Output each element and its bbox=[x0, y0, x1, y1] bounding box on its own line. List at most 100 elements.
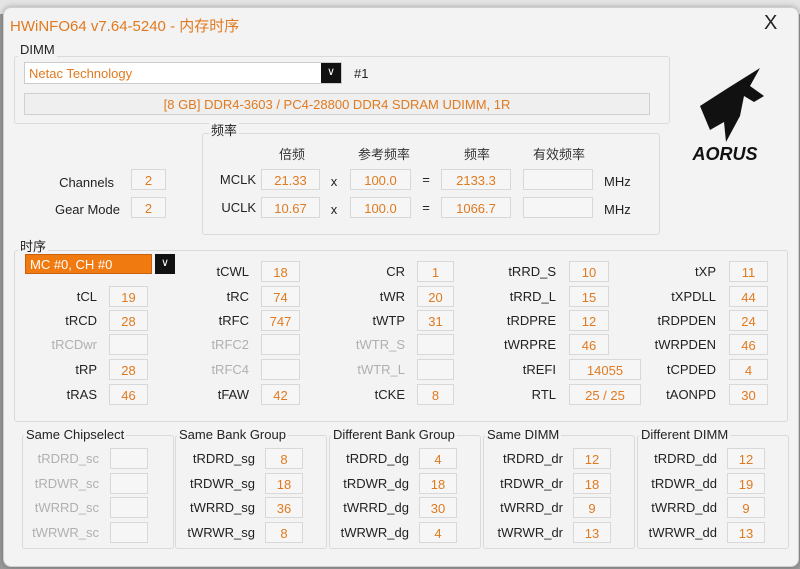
turnaround-group-title: Different Bank Group bbox=[331, 427, 457, 442]
timing-value-tcwl: 18 bbox=[261, 261, 300, 282]
timing-value-trfc2 bbox=[261, 334, 300, 355]
timing-value-twrrd_sg: 36 bbox=[265, 497, 303, 518]
turnaround-group-title: Different DIMM bbox=[639, 427, 731, 442]
aorus-logo: AORUS bbox=[680, 66, 770, 166]
timing-value-trdrd_dg: 4 bbox=[419, 448, 457, 469]
timing-label-trc: tRC bbox=[226, 289, 249, 304]
timing-value-trfc: 747 bbox=[261, 310, 300, 331]
timing-label-trcdwr: tRCDwr bbox=[51, 337, 98, 352]
timings-group-label: 时序 bbox=[18, 236, 49, 255]
timing-value-trdwr_dd: 19 bbox=[727, 472, 765, 494]
timing-label-trdrd_dr: tRDRD_dr bbox=[503, 451, 563, 466]
dimm-info-bar: [8 GB] DDR4-3603 / PC4-28800 DDR4 SDRAM … bbox=[24, 93, 650, 115]
controller-select[interactable]: MC #0, CH #0 bbox=[25, 254, 152, 274]
timing-label-trdpre: tRDPRE bbox=[506, 313, 556, 328]
multiplier-value: 21.33 bbox=[261, 169, 320, 190]
timing-label-taonpd: tAONPD bbox=[666, 387, 716, 402]
timing-label-twtr_s: tWTR_S bbox=[355, 337, 405, 352]
timing-value-trdwr_dg: 18 bbox=[419, 472, 457, 494]
timing-label-twrrd_dg: tWRRD_dg bbox=[343, 500, 409, 515]
timing-label-trrd_s: tRRD_S bbox=[508, 264, 556, 279]
timing-label-trdwr_dg: tRDWR_dg bbox=[343, 475, 409, 491]
close-button[interactable]: X bbox=[764, 12, 777, 35]
timing-label-trdwr_sc: tRDWR_sc bbox=[34, 475, 99, 491]
timing-value-trdrd_sg: 8 bbox=[265, 448, 303, 469]
memory-timings-window: HWiNFO64 v7.64-5240 - 内存时序 X DIMM Netac … bbox=[3, 7, 799, 567]
timing-value-trrd_l: 15 bbox=[569, 286, 609, 307]
dimm-slot-number: #1 bbox=[354, 66, 369, 81]
timing-label-twrpre: tWRPRE bbox=[504, 337, 556, 352]
timing-value-twtr_l bbox=[417, 359, 454, 380]
timing-label-trdpden: tRDPDEN bbox=[657, 313, 716, 328]
chevron-down-icon[interactable]: ∨ bbox=[321, 63, 341, 83]
timing-label-trdwr_dr: tRDWR_dr bbox=[500, 475, 563, 491]
frequency-group-label: 频率 bbox=[209, 120, 240, 139]
effective-frequency-value bbox=[523, 169, 593, 190]
timing-value-txpdll: 44 bbox=[729, 286, 768, 307]
timing-label-twrwr_dg: tWRWR_dg bbox=[340, 524, 409, 540]
timing-label-trdwr_sg: tRDWR_sg bbox=[189, 475, 255, 491]
timing-value-twrrd_dg: 30 bbox=[419, 497, 457, 518]
equals-sign: = bbox=[422, 200, 430, 215]
timing-label-trefi: tREFI bbox=[522, 362, 556, 377]
timing-label-trfc4: tRFC4 bbox=[211, 362, 249, 377]
unit-label: MHz bbox=[604, 202, 631, 217]
equals-sign: = bbox=[422, 172, 430, 187]
turnaround-group-title: Same Chipselect bbox=[24, 427, 127, 442]
timing-value-taonpd: 30 bbox=[729, 384, 768, 405]
multiplier-value: 10.67 bbox=[261, 197, 320, 218]
timing-label-tcwl: tCWL bbox=[216, 264, 250, 279]
timing-value-twr: 20 bbox=[417, 286, 454, 307]
timing-value-trdrd_sc bbox=[110, 448, 148, 469]
channels-value: 2 bbox=[131, 169, 166, 190]
timing-label-trp: tRP bbox=[75, 362, 97, 377]
timing-label-rtl: RTL bbox=[531, 387, 556, 402]
timing-label-tcl: tCL bbox=[76, 289, 97, 304]
timing-label-tcke: tCKE bbox=[374, 387, 405, 402]
timing-label-cr: CR bbox=[386, 264, 405, 279]
timing-value-twrwr_dd: 13 bbox=[727, 521, 765, 543]
timing-value-trdrd_dr: 12 bbox=[573, 448, 611, 469]
timing-label-twrpden: tWRPDEN bbox=[654, 337, 716, 352]
timing-value-trcd: 28 bbox=[109, 310, 148, 331]
timing-value-tcpded: 4 bbox=[729, 359, 768, 380]
timing-value-trdwr_sc bbox=[110, 472, 148, 494]
timing-label-twtp: tWTP bbox=[372, 313, 406, 328]
timing-label-tcpded: tCPDED bbox=[666, 362, 716, 377]
channels-label: Channels bbox=[59, 175, 114, 190]
timing-value-trdpre: 12 bbox=[569, 310, 609, 331]
timing-label-trdwr_dd: tRDWR_dd bbox=[651, 475, 717, 491]
turnaround-group-title: Same DIMM bbox=[485, 427, 562, 442]
timing-label-twrrd_dr: tWRRD_dr bbox=[500, 500, 563, 515]
timing-label-twrrd_sc: tWRRD_sc bbox=[34, 500, 99, 515]
timing-value-twrwr_dr: 13 bbox=[573, 521, 611, 543]
header-multiplier: 倍频 bbox=[278, 147, 305, 162]
timing-label-tfaw: tFAW bbox=[217, 387, 249, 402]
frequency-value: 2133.3 bbox=[441, 169, 511, 190]
timing-value-cr: 1 bbox=[417, 261, 454, 282]
timing-label-trdrd_dd: tRDRD_dd bbox=[654, 451, 717, 466]
timing-value-twtr_s bbox=[417, 334, 454, 355]
timing-label-twrwr_dd: tWRWR_dd bbox=[648, 524, 717, 540]
timing-label-trcd: tRCD bbox=[65, 313, 97, 328]
timing-label-trdrd_sg: tRDRD_sg bbox=[192, 451, 255, 466]
timing-value-twrrd_sc bbox=[110, 497, 148, 518]
timing-value-twrpden: 46 bbox=[729, 334, 768, 355]
window-title: HWiNFO64 v7.64-5240 - 内存时序 bbox=[10, 18, 240, 35]
header-ref-freq: 参考频率 bbox=[357, 147, 410, 162]
timing-value-trrd_s: 10 bbox=[569, 261, 609, 282]
dimm-select[interactable]: Netac Technology bbox=[24, 62, 342, 84]
svg-text:AORUS: AORUS bbox=[691, 144, 757, 164]
header-effective-freq: 有效频率 bbox=[532, 147, 585, 162]
timing-value-twtp: 31 bbox=[417, 310, 454, 331]
timing-value-tcke: 8 bbox=[417, 384, 454, 405]
times-sign: x bbox=[330, 174, 338, 189]
clock-label: UCLK bbox=[221, 200, 256, 215]
timing-label-twrwr_sc: tWRWR_sc bbox=[32, 524, 99, 540]
gear-mode-label: Gear Mode bbox=[54, 202, 120, 217]
clock-label: MCLK bbox=[219, 172, 256, 187]
gear-mode-value: 2 bbox=[131, 197, 166, 218]
timing-label-txpdll: tXPDLL bbox=[671, 289, 716, 304]
timing-value-tfaw: 42 bbox=[261, 384, 300, 405]
timing-value-trdrd_dd: 12 bbox=[727, 448, 765, 469]
